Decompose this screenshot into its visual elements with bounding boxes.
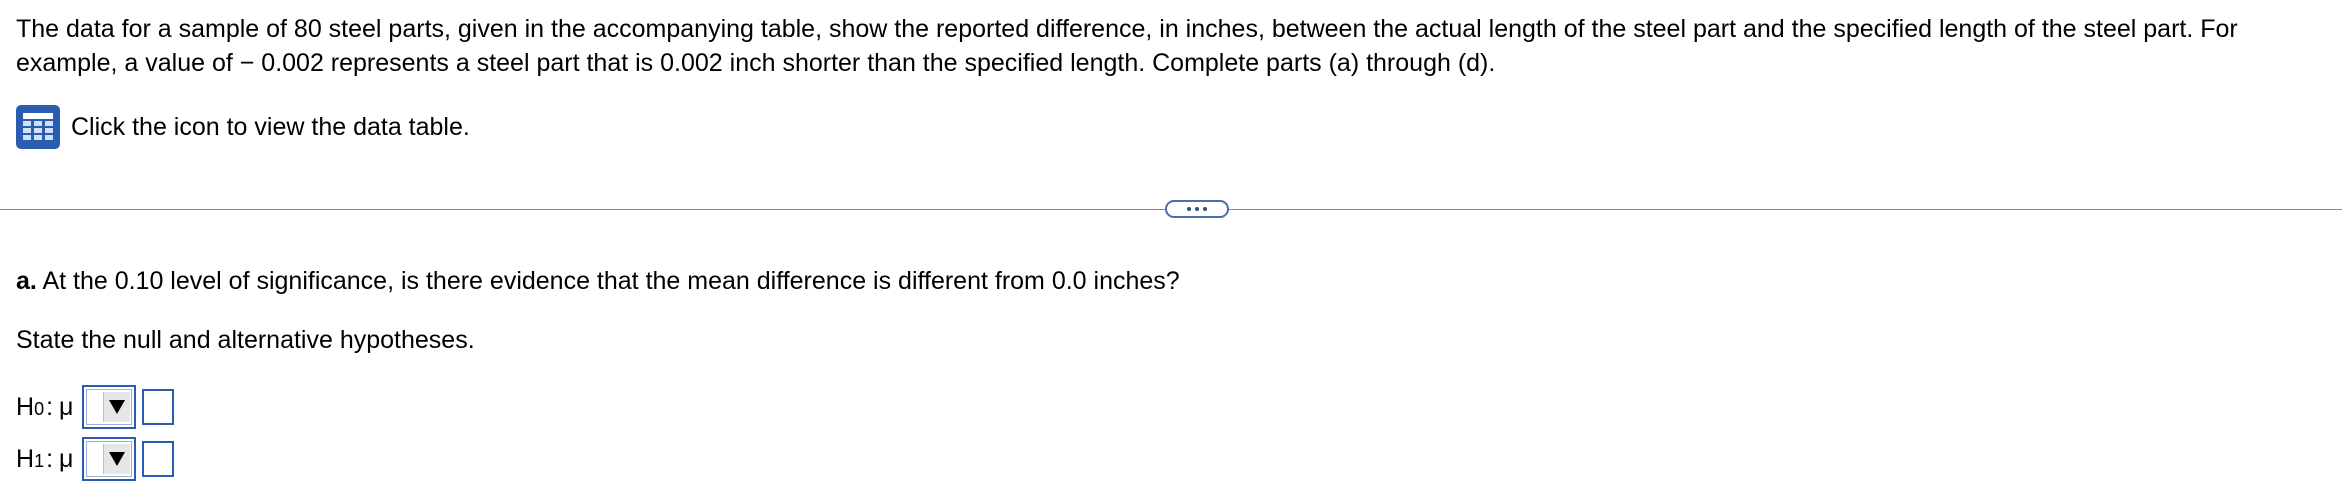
ellipsis-dot [1203, 207, 1207, 211]
hypothesis-colon: : [46, 444, 54, 473]
hypothesis-colon: : [46, 392, 54, 421]
dropdown-arrow-icon [103, 444, 130, 474]
ellipsis-icon[interactable] [1165, 200, 1229, 218]
null-hypothesis-row: H0:μ [16, 385, 174, 429]
alternative-operator-select[interactable] [82, 437, 136, 481]
data-table-row: Click the icon to view the data table. [16, 104, 470, 150]
hypothesis-letter: H [16, 392, 35, 421]
alternative-hypothesis-label: H1:μ [16, 444, 74, 473]
hypothesis-parameter: μ [59, 392, 74, 421]
table-grid-icon[interactable] [16, 105, 60, 149]
null-operator-select[interactable] [82, 385, 136, 429]
hypothesis-letter: H [16, 444, 35, 473]
data-table-link-text: Click the icon to view the data table. [71, 112, 470, 141]
ellipsis-dot [1187, 207, 1191, 211]
hypotheses-instruction: State the null and alternative hypothese… [16, 326, 475, 354]
null-value-input[interactable] [142, 389, 174, 425]
alternative-hypothesis-row: H1:μ [16, 437, 174, 481]
null-hypothesis-label: H0:μ [16, 392, 74, 421]
dropdown-arrow-icon [103, 392, 130, 422]
ellipsis-dot [1195, 207, 1199, 211]
part-a-text: At the 0.10 level of significance, is th… [42, 267, 1180, 295]
part-a-question: a. At the 0.10 level of significance, is… [16, 264, 1180, 298]
hypothesis-parameter: μ [59, 444, 74, 473]
alternative-value-input[interactable] [142, 441, 174, 477]
part-a-letter: a. [16, 267, 37, 295]
question-text: The data for a sample of 80 steel parts,… [16, 15, 2238, 77]
